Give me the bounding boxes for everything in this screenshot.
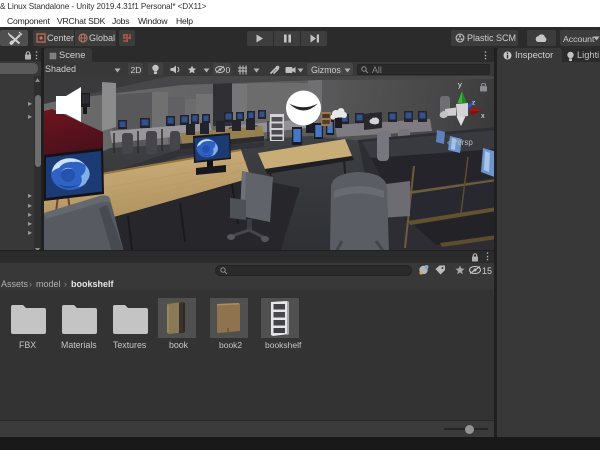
svg-text:‹ Persp: ‹ Persp — [447, 138, 473, 147]
svg-text:x: x — [481, 111, 485, 120]
svg-text:z: z — [472, 100, 475, 107]
svg-text:y: y — [458, 80, 462, 89]
